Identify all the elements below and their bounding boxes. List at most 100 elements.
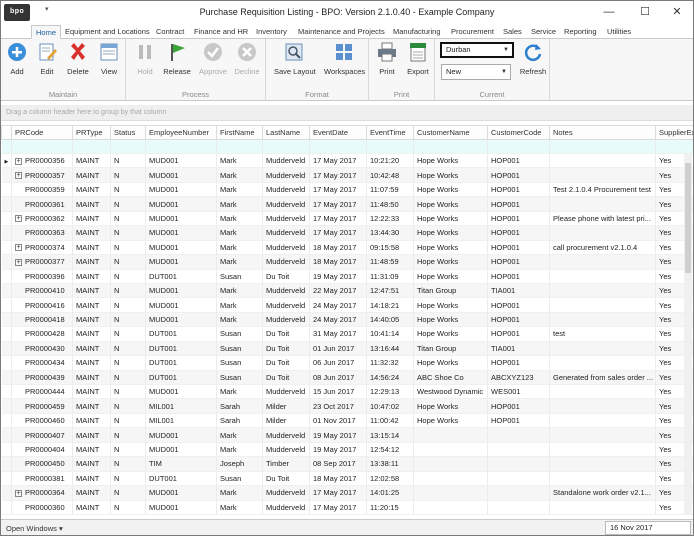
cell-prtype[interactable]: MAINT bbox=[72, 297, 111, 313]
cell-eventtime[interactable]: 10:42:48 bbox=[366, 167, 414, 183]
cell-customercode[interactable]: HOP001 bbox=[487, 211, 550, 227]
cell-customercode[interactable]: TIA001 bbox=[487, 283, 550, 299]
release-button[interactable]: Release bbox=[162, 41, 192, 76]
cell-status[interactable]: N bbox=[110, 153, 146, 169]
table-row[interactable]: + PR0000357 MAINT N MUD001 Mark Mudderveld 17 M… bbox=[1, 167, 693, 183]
row-indicator[interactable] bbox=[1, 312, 12, 328]
row-indicator[interactable] bbox=[1, 427, 12, 443]
cell-firstname[interactable]: Mark bbox=[216, 240, 263, 256]
cell-eventdate[interactable]: 15 Jun 2017 bbox=[309, 384, 367, 400]
cell-lastname[interactable]: Mudderveld bbox=[262, 283, 310, 299]
cell-prtype[interactable]: MAINT bbox=[72, 254, 111, 270]
cell-status[interactable]: N bbox=[110, 398, 146, 414]
row-indicator[interactable] bbox=[1, 355, 12, 371]
cell-employeenumber[interactable]: MUD001 bbox=[145, 485, 217, 501]
cell-status[interactable]: N bbox=[110, 471, 146, 487]
cell-employeenumber[interactable]: DUT001 bbox=[145, 471, 217, 487]
table-row[interactable]: PR0000360 MAINT N MUD001 Mark Mudderveld 17 Ma… bbox=[1, 500, 693, 515]
cell-eventdate[interactable]: 08 Jun 2017 bbox=[309, 370, 367, 386]
export-button[interactable]: Export bbox=[403, 41, 433, 76]
cell-eventdate[interactable]: 17 May 2017 bbox=[309, 182, 367, 198]
column-header-firstname[interactable]: FirstName bbox=[216, 125, 263, 140]
cell-firstname[interactable]: Susan bbox=[216, 370, 263, 386]
cell-lastname[interactable]: Mudderveld bbox=[262, 225, 310, 241]
cell-notes[interactable] bbox=[549, 427, 656, 443]
cell-customername[interactable]: Hope Works bbox=[413, 182, 488, 198]
cell-status[interactable]: N bbox=[110, 384, 146, 400]
table-row[interactable]: PR0000418 MAINT N MUD001 Mark Mudderveld 24 Ma… bbox=[1, 312, 693, 328]
cell-notes[interactable] bbox=[549, 167, 656, 183]
cell-customername[interactable]: Hope Works bbox=[413, 326, 488, 342]
cell-prcode[interactable]: PR0000363 bbox=[11, 225, 73, 241]
cell-employeenumber[interactable]: MUD001 bbox=[145, 442, 217, 458]
table-row[interactable]: + PR0000374 MAINT N MUD001 Mark Mudderveld 18 M… bbox=[1, 240, 693, 256]
cell-customercode[interactable]: HOP001 bbox=[487, 196, 550, 212]
cell-eventtime[interactable]: 11:31:09 bbox=[366, 269, 414, 284]
cell-customercode[interactable]: HOP001 bbox=[487, 240, 550, 256]
cell-eventtime[interactable]: 11:20:15 bbox=[366, 500, 414, 515]
cell-customercode[interactable]: HOP001 bbox=[487, 326, 550, 342]
cell-firstname[interactable]: Mark bbox=[216, 167, 263, 183]
cell-prcode[interactable]: PR0000444 bbox=[11, 384, 73, 400]
cell-employeenumber[interactable]: MUD001 bbox=[145, 225, 217, 241]
row-indicator[interactable] bbox=[1, 167, 12, 183]
cell-customername[interactable]: Hope Works bbox=[413, 153, 488, 169]
cell-employeenumber[interactable]: DUT001 bbox=[145, 341, 217, 357]
cell-notes[interactable] bbox=[549, 500, 656, 515]
cell-customername[interactable]: Titan Group bbox=[413, 341, 488, 357]
cell-customercode[interactable]: HOP001 bbox=[487, 254, 550, 270]
edit-button[interactable]: Edit bbox=[32, 41, 62, 76]
row-indicator[interactable] bbox=[1, 398, 12, 414]
cell-lastname[interactable]: Du Toit bbox=[262, 269, 310, 284]
table-row[interactable]: PR0000410 MAINT N MUD001 Mark Mudderveld 22 Ma… bbox=[1, 283, 693, 299]
tab-maintenance-and-projects[interactable]: Maintenance and Projects bbox=[298, 25, 385, 39]
cell-lastname[interactable]: Mudderveld bbox=[262, 182, 310, 198]
cell-prtype[interactable]: MAINT bbox=[72, 500, 111, 515]
cell-eventtime[interactable]: 10:41:14 bbox=[366, 326, 414, 342]
table-row[interactable]: PR0000460 MAINT N MIL001 Sarah Milder 01 Nov 2… bbox=[1, 413, 693, 429]
cell-customercode[interactable]: HOP001 bbox=[487, 269, 550, 284]
cell-prcode[interactable]: PR0000407 bbox=[11, 427, 73, 443]
cell-employeenumber[interactable]: MIL001 bbox=[145, 413, 217, 429]
tab-service[interactable]: Service bbox=[531, 25, 556, 39]
cell-eventdate[interactable]: 06 Jun 2017 bbox=[309, 355, 367, 371]
expand-row-icon[interactable]: + bbox=[15, 489, 22, 497]
tab-finance-and-hr[interactable]: Finance and HR bbox=[194, 25, 248, 39]
current-date-field[interactable]: 16 Nov 2017 bbox=[605, 521, 691, 535]
cell-eventdate[interactable]: 17 May 2017 bbox=[309, 225, 367, 241]
site-dropdown[interactable]: Durban ▼ bbox=[440, 42, 514, 58]
cell-firstname[interactable]: Mark bbox=[216, 500, 263, 515]
cell-eventdate[interactable]: 22 May 2017 bbox=[309, 283, 367, 299]
cell-notes[interactable] bbox=[549, 297, 656, 313]
cell-prtype[interactable]: MAINT bbox=[72, 240, 111, 256]
cell-customername[interactable] bbox=[413, 427, 488, 443]
column-header-prtype[interactable]: PRType bbox=[72, 125, 111, 140]
cell-status[interactable]: N bbox=[110, 225, 146, 241]
cell-notes[interactable] bbox=[549, 269, 656, 284]
cell-eventdate[interactable]: 17 May 2017 bbox=[309, 485, 367, 501]
cell-prtype[interactable]: MAINT bbox=[72, 384, 111, 400]
cell-notes[interactable] bbox=[549, 355, 656, 371]
filter-cell[interactable] bbox=[216, 139, 263, 154]
row-indicator[interactable] bbox=[1, 240, 12, 256]
cell-status[interactable]: N bbox=[110, 167, 146, 183]
cell-lastname[interactable]: Mudderveld bbox=[262, 427, 310, 443]
cell-prcode[interactable]: PR0000434 bbox=[11, 355, 73, 371]
cell-customername[interactable]: Hope Works bbox=[413, 254, 488, 270]
cell-eventtime[interactable]: 10:47:02 bbox=[366, 398, 414, 414]
cell-notes[interactable] bbox=[549, 384, 656, 400]
cell-eventdate[interactable]: 31 May 2017 bbox=[309, 326, 367, 342]
cell-eventdate[interactable]: 24 May 2017 bbox=[309, 312, 367, 328]
close-button[interactable]: ✕ bbox=[661, 1, 693, 23]
expand-row-icon[interactable]: + bbox=[15, 258, 22, 266]
column-header-employeenumber[interactable]: EmployeeNumber bbox=[145, 125, 217, 140]
cell-prcode[interactable]: PR0000359 bbox=[11, 182, 73, 198]
cell-status[interactable]: N bbox=[110, 427, 146, 443]
cell-employeenumber[interactable]: DUT001 bbox=[145, 370, 217, 386]
row-indicator[interactable] bbox=[1, 341, 12, 357]
cell-customercode[interactable]: HOP001 bbox=[487, 297, 550, 313]
cell-lastname[interactable]: Mudderveld bbox=[262, 153, 310, 169]
cell-eventdate[interactable]: 17 May 2017 bbox=[309, 211, 367, 227]
cell-prtype[interactable]: MAINT bbox=[72, 312, 111, 328]
cell-customername[interactable]: Hope Works bbox=[413, 167, 488, 183]
